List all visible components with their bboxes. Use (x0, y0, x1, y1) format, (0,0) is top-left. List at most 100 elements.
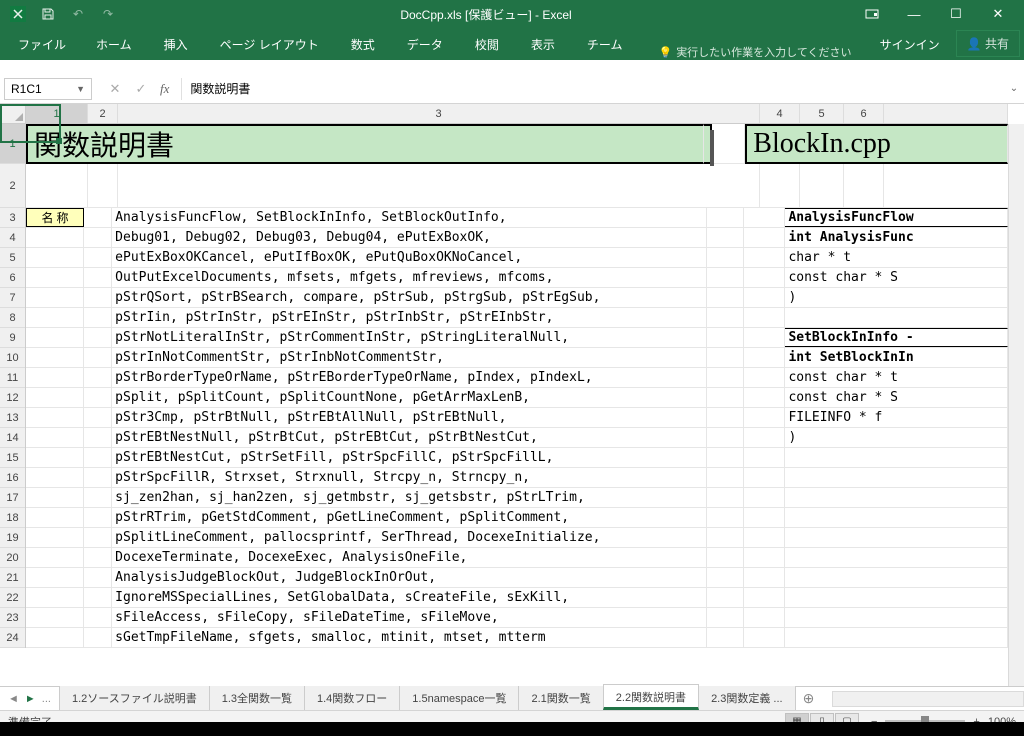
tab-review[interactable]: 校閲 (459, 29, 515, 60)
row-header[interactable]: 1 (0, 124, 25, 164)
function-list-cell[interactable]: AnalysisFuncFlow, SetBlockInInfo, SetBlo… (112, 208, 706, 227)
redo-icon[interactable]: ↷ (96, 3, 120, 25)
row-header[interactable]: 3 (0, 208, 25, 228)
row-header[interactable]: 24 (0, 628, 25, 648)
function-list-cell[interactable]: pStrEBtNestCut, pStrSetFill, pStrSpcFill… (112, 448, 707, 467)
sheet-tab[interactable]: 1.5namespace一覧 (399, 685, 519, 710)
row-header[interactable]: 4 (0, 228, 25, 248)
function-list-cell[interactable]: pStrBorderTypeOrName, pStrEBorderTypeOrN… (112, 368, 707, 387)
spreadsheet-grid[interactable]: 123456 123456789101112131415161718192021… (0, 104, 1024, 686)
row-header[interactable]: 10 (0, 348, 25, 368)
row-header[interactable]: 2 (0, 164, 25, 208)
sheet-tab[interactable]: 1.2ソースファイル説明書 (59, 685, 210, 710)
fx-icon[interactable]: fx (156, 81, 173, 97)
row-header[interactable]: 20 (0, 548, 25, 568)
function-list-cell[interactable]: IgnoreMSSpecialLines, SetGlobalData, sCr… (112, 588, 707, 607)
row-header[interactable]: 22 (0, 588, 25, 608)
row-header[interactable]: 19 (0, 528, 25, 548)
sheet-tab[interactable]: 2.3関数定義 ... (698, 685, 796, 710)
doc-title-cell[interactable]: 関数説明書 (26, 124, 704, 164)
row-header[interactable]: 6 (0, 268, 25, 288)
sheet-nav-ellipsis[interactable]: ... (40, 691, 53, 707)
horizontal-scrollbar[interactable] (832, 691, 1024, 707)
name-label-cell[interactable]: 名 称 (26, 208, 84, 227)
ribbon-options-icon[interactable] (852, 3, 892, 25)
function-list-cell[interactable]: sFileAccess, sFileCopy, sFileDateTime, s… (112, 608, 707, 627)
tab-page-layout[interactable]: ページ レイアウト (204, 29, 335, 60)
maximize-button[interactable]: ☐ (936, 3, 976, 25)
name-box[interactable]: R1C1 ▼ (4, 78, 92, 100)
undo-icon[interactable]: ↶ (66, 3, 90, 25)
row-header[interactable]: 11 (0, 368, 25, 388)
col-header[interactable]: 6 (844, 104, 884, 123)
row-header[interactable]: 9 (0, 328, 25, 348)
tab-formulas[interactable]: 数式 (335, 29, 391, 60)
function-list-cell[interactable]: pStrRTrim, pGetStdComment, pGetLineComme… (112, 508, 707, 527)
cancel-formula-icon[interactable]: ✕ (104, 80, 126, 98)
function-list-cell[interactable]: AnalysisJudgeBlockOut, JudgeBlockInOrOut… (112, 568, 707, 587)
sheet-tab[interactable]: 1.4関数フロー (304, 685, 400, 710)
row-header[interactable]: 21 (0, 568, 25, 588)
function-list-cell[interactable]: pStrQSort, pStrBSearch, compare, pStrSub… (112, 288, 707, 307)
signin-link[interactable]: サインイン (864, 29, 956, 60)
sheet-nav-first[interactable]: ◄ (6, 691, 21, 707)
vertical-scrollbar[interactable] (1008, 124, 1024, 686)
tab-insert[interactable]: 挿入 (148, 29, 204, 60)
code-cell[interactable]: char * t (785, 248, 1008, 267)
tab-data[interactable]: データ (391, 29, 459, 60)
col-header[interactable]: 2 (88, 104, 118, 123)
formula-input[interactable]: 関数説明書 (181, 78, 1004, 100)
sheet-tab[interactable]: 2.1関数一覧 (518, 685, 603, 710)
function-list-cell[interactable]: pStrIin, pStrInStr, pStrEInStr, pStrInbS… (112, 308, 707, 327)
row-header[interactable]: 17 (0, 488, 25, 508)
col-header[interactable]: 5 (800, 104, 844, 123)
code-cell[interactable]: ) (785, 428, 1008, 447)
function-list-cell[interactable]: pStr3Cmp, pStrBtNull, pStrEBtAllNull, pS… (112, 408, 707, 427)
confirm-formula-icon[interactable]: ✓ (130, 80, 152, 98)
row-header[interactable]: 5 (0, 248, 25, 268)
sheet-tab[interactable]: 2.2関数説明書 (603, 684, 699, 710)
function-list-cell[interactable]: sj_zen2han, sj_han2zen, sj_getmbstr, sj_… (112, 488, 707, 507)
function-list-cell[interactable]: pStrInNotCommentStr, pStrInbNotCommentSt… (112, 348, 707, 367)
row-header[interactable]: 7 (0, 288, 25, 308)
chevron-down-icon[interactable]: ▼ (76, 84, 85, 94)
col-header[interactable]: 1 (26, 104, 88, 123)
function-list-cell[interactable]: OutPutExcelDocuments, mfsets, mfgets, mf… (112, 268, 707, 287)
file-title-cell[interactable]: BlockIn.cpp (745, 124, 1008, 164)
code-cell[interactable]: const char * S (785, 388, 1008, 407)
function-list-cell[interactable]: pSplit, pSplitCount, pSplitCountNone, pG… (112, 388, 707, 407)
sheet-tab[interactable]: 1.3全関数一覧 (209, 685, 305, 710)
tell-me-search[interactable]: 💡 実行したい作業を入力してください (658, 44, 851, 60)
function-list-cell[interactable]: pStrNotLiteralInStr, pStrCommentInStr, p… (112, 328, 707, 347)
function-list-cell[interactable]: sGetTmpFileName, sfgets, smalloc, mtinit… (112, 628, 707, 647)
row-header[interactable]: 18 (0, 508, 25, 528)
select-all-corner[interactable] (0, 104, 26, 124)
row-header[interactable]: 15 (0, 448, 25, 468)
code-cell[interactable]: const char * t (785, 368, 1008, 387)
code-cell[interactable]: SetBlockInInfo - (785, 328, 1008, 347)
sheet-nav-prev[interactable]: ► (23, 691, 38, 707)
tab-team[interactable]: チーム (571, 29, 639, 60)
row-header[interactable]: 14 (0, 428, 25, 448)
row-header[interactable]: 16 (0, 468, 25, 488)
row-header[interactable]: 12 (0, 388, 25, 408)
code-cell[interactable]: AnalysisFuncFlow (785, 208, 1008, 227)
code-cell[interactable]: ) (785, 288, 1008, 307)
code-cell[interactable]: FILEINFO * f (785, 408, 1008, 427)
function-list-cell[interactable]: pSplitLineComment, pallocsprintf, SerThr… (112, 528, 707, 547)
close-button[interactable]: ✕ (978, 3, 1018, 25)
tab-file[interactable]: ファイル (4, 29, 80, 60)
tab-home[interactable]: ホーム (80, 29, 148, 60)
code-cell[interactable]: const char * S (785, 268, 1008, 287)
save-icon[interactable] (36, 3, 60, 25)
function-list-cell[interactable]: pStrEBtNestNull, pStrBtCut, pStrEBtCut, … (112, 428, 707, 447)
function-list-cell[interactable]: DocexeTerminate, DocexeExec, AnalysisOne… (112, 548, 707, 567)
function-list-cell[interactable]: pStrSpcFillR, Strxset, Strxnull, Strcpy_… (112, 468, 707, 487)
expand-formula-icon[interactable]: ⌄ (1004, 83, 1024, 94)
row-header[interactable]: 8 (0, 308, 25, 328)
col-header[interactable]: 4 (760, 104, 800, 123)
add-sheet-button[interactable]: ⊕ (795, 686, 823, 711)
share-button[interactable]: 👤 共有 (956, 30, 1020, 57)
function-list-cell[interactable]: Debug01, Debug02, Debug03, Debug04, ePut… (112, 228, 707, 247)
function-list-cell[interactable]: ePutExBoxOKCancel, ePutIfBoxOK, ePutQuBo… (112, 248, 707, 267)
